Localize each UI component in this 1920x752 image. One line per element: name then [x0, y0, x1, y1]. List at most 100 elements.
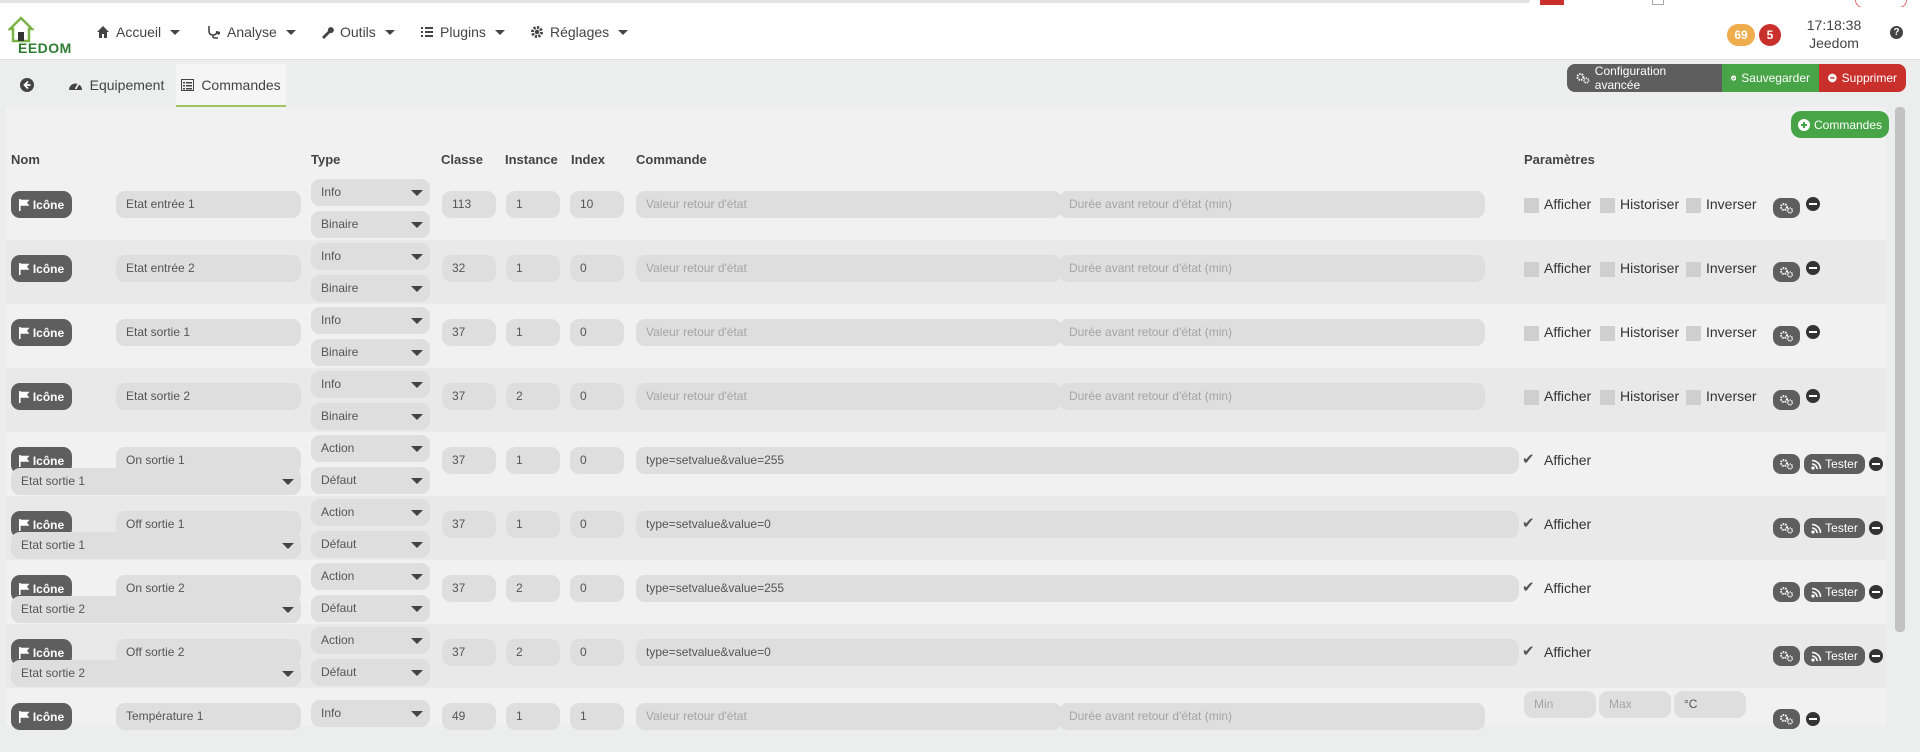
type-select[interactable]: Info [311, 179, 430, 206]
advanced-config-button[interactable] [1773, 582, 1800, 602]
subtype-select[interactable]: Défaut [311, 467, 430, 494]
tab-equipement[interactable]: Equipement [64, 64, 168, 105]
type-select[interactable]: Info [311, 307, 430, 334]
choose-icon-button[interactable]: Icône [11, 191, 72, 218]
classe-input[interactable]: 37 [442, 319, 496, 346]
instance-input[interactable]: 1 [506, 191, 560, 218]
type-select[interactable]: Action [311, 563, 430, 590]
unit-input[interactable]: °C [1674, 691, 1746, 718]
instance-input[interactable]: 1 [506, 511, 560, 538]
instance-input[interactable]: 1 [506, 255, 560, 282]
test-command-button[interactable]: Tester [1804, 518, 1865, 538]
command-name-input[interactable]: Etat sortie 2 [116, 383, 301, 410]
help-icon[interactable]: ? [1890, 26, 1903, 39]
remove-command-icon[interactable] [1869, 457, 1883, 471]
classe-input[interactable]: 32 [442, 255, 496, 282]
menu-analyse[interactable]: Analyse [207, 24, 296, 40]
index-input[interactable]: 1 [570, 703, 624, 730]
linked-info-select[interactable]: Etat sortie 2 [11, 596, 301, 623]
max-value-input[interactable]: Max [1599, 691, 1671, 718]
test-command-button[interactable]: Tester [1804, 646, 1865, 666]
menu-plugins[interactable]: Plugins [420, 24, 505, 40]
classe-input[interactable]: 37 [442, 639, 496, 666]
afficher-checkbox[interactable] [1524, 198, 1539, 213]
min-value-input[interactable]: Min [1524, 691, 1596, 718]
classe-input[interactable]: 49 [442, 703, 496, 730]
instance-input[interactable]: 2 [506, 383, 560, 410]
instance-input[interactable]: 2 [506, 575, 560, 602]
command-name-input[interactable]: Etat entrée 1 [116, 191, 301, 218]
classe-input[interactable]: 113 [442, 191, 496, 218]
advanced-config-button[interactable] [1773, 262, 1800, 282]
choose-icon-button[interactable]: Icône [11, 703, 72, 730]
advanced-config-button[interactable] [1773, 198, 1800, 218]
index-input[interactable]: 0 [570, 447, 624, 474]
linked-info-select[interactable]: Etat sortie 2 [11, 660, 301, 687]
subtype-select[interactable]: Binaire [311, 403, 430, 430]
state-value-input[interactable]: Valeur retour d'état [636, 319, 1062, 346]
jeedom-logo[interactable]: EEDOM [6, 15, 78, 56]
inverser-checkbox[interactable] [1686, 326, 1701, 341]
type-select[interactable]: Info [311, 371, 430, 398]
state-value-input[interactable]: Valeur retour d'état [636, 255, 1062, 282]
afficher-checkbox[interactable] [1524, 390, 1539, 405]
remove-command-icon[interactable] [1806, 712, 1820, 726]
afficher-checkbox[interactable] [1524, 326, 1539, 341]
state-value-input[interactable]: Valeur retour d'état [636, 383, 1062, 410]
type-select[interactable]: Action [311, 627, 430, 654]
menu-accueil[interactable]: Accueil [96, 24, 181, 40]
notification-badge-errors[interactable]: 5 [1759, 24, 1781, 46]
remove-command-icon[interactable] [1806, 389, 1820, 403]
test-command-button[interactable]: Tester [1804, 454, 1865, 474]
classe-input[interactable]: 37 [442, 575, 496, 602]
subtype-select[interactable]: Défaut [311, 659, 430, 686]
add-command-button[interactable]: Commandes [1791, 111, 1889, 138]
historiser-checkbox[interactable] [1600, 326, 1615, 341]
index-input[interactable]: 0 [570, 383, 624, 410]
advanced-config-button[interactable] [1773, 709, 1800, 729]
type-select[interactable]: Action [311, 499, 430, 526]
classe-input[interactable]: 37 [442, 511, 496, 538]
classe-input[interactable]: 37 [442, 383, 496, 410]
command-value-input[interactable]: type=setvalue&value=255 [636, 575, 1519, 602]
state-duration-input[interactable]: Durée avant retour d'état (min) [1059, 191, 1485, 218]
tab-commandes[interactable]: Commandes [176, 64, 286, 107]
remove-command-icon[interactable] [1806, 325, 1820, 339]
state-duration-input[interactable]: Durée avant retour d'état (min) [1059, 383, 1485, 410]
menu-reglages[interactable]: Réglages [530, 24, 629, 40]
command-name-input[interactable]: Etat sortie 1 [116, 319, 301, 346]
advanced-config-button[interactable] [1773, 390, 1800, 410]
choose-icon-button[interactable]: Icône [11, 319, 72, 346]
index-input[interactable]: 0 [570, 639, 624, 666]
subtype-select[interactable]: Défaut [311, 595, 430, 622]
index-input[interactable]: 10 [570, 191, 624, 218]
advanced-config-button[interactable] [1773, 326, 1800, 346]
linked-info-select[interactable]: Etat sortie 1 [11, 532, 301, 559]
subtype-select[interactable]: Binaire [311, 275, 430, 302]
index-input[interactable]: 0 [570, 255, 624, 282]
command-name-input[interactable]: Température 1 [116, 703, 301, 730]
type-select[interactable]: Info [311, 243, 430, 270]
command-name-input[interactable]: Etat entrée 2 [116, 255, 301, 282]
state-duration-input[interactable]: Durée avant retour d'état (min) [1059, 319, 1485, 346]
afficher-checkbox[interactable] [1524, 262, 1539, 277]
state-value-input[interactable]: Valeur retour d'état [636, 191, 1062, 218]
state-duration-input[interactable]: Durée avant retour d'état (min) [1059, 255, 1485, 282]
subtype-select[interactable]: Binaire [311, 339, 430, 366]
remove-command-icon[interactable] [1869, 649, 1883, 663]
remove-command-icon[interactable] [1806, 197, 1820, 211]
command-value-input[interactable]: type=setvalue&value=0 [636, 639, 1519, 666]
advanced-config-button[interactable]: Configuration avancée [1567, 64, 1722, 92]
back-button[interactable] [12, 64, 42, 105]
historiser-checkbox[interactable] [1600, 390, 1615, 405]
advanced-config-button[interactable] [1773, 454, 1800, 474]
remove-command-icon[interactable] [1806, 261, 1820, 275]
classe-input[interactable]: 37 [442, 447, 496, 474]
type-select[interactable]: Action [311, 435, 430, 462]
instance-input[interactable]: 1 [506, 703, 560, 730]
remove-command-icon[interactable] [1869, 585, 1883, 599]
choose-icon-button[interactable]: Icône [11, 255, 72, 282]
inverser-checkbox[interactable] [1686, 262, 1701, 277]
test-command-button[interactable]: Tester [1804, 582, 1865, 602]
command-value-input[interactable]: type=setvalue&value=255 [636, 447, 1519, 474]
